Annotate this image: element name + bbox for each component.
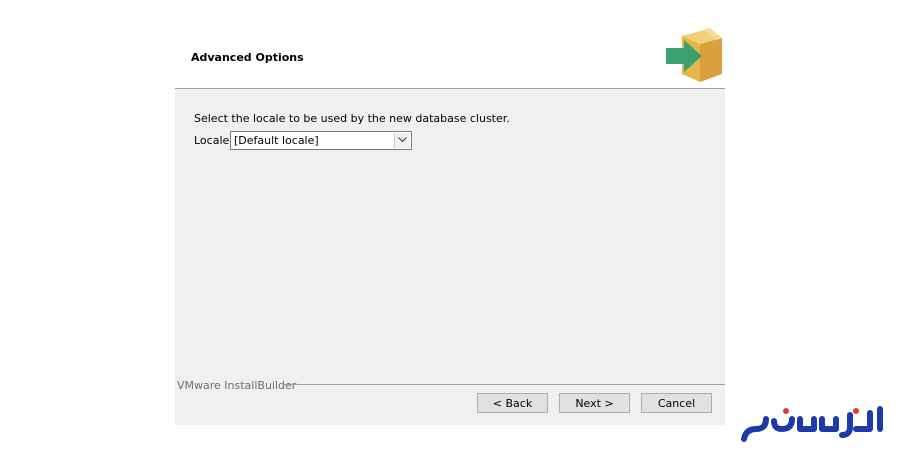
locale-selected-value: [Default locale]	[234, 134, 319, 147]
locale-dropdown-button[interactable]	[394, 133, 410, 148]
chevron-down-icon	[398, 137, 407, 143]
footer-brand: VMware InstallBuilder	[177, 379, 297, 392]
cancel-button[interactable]: Cancel	[641, 393, 712, 413]
back-button[interactable]: < Back	[477, 393, 548, 413]
dialog-content: Select the locale to be used by the new …	[175, 89, 725, 425]
installer-box-arrow-icon	[666, 28, 722, 82]
footer-divider	[283, 384, 725, 385]
locale-label: Locale	[194, 134, 230, 147]
next-button[interactable]: Next >	[559, 393, 630, 413]
dialog-header: Advanced Options	[175, 0, 725, 88]
locale-select[interactable]: [Default locale]	[230, 131, 412, 150]
locale-prompt: Select the locale to be used by the new …	[194, 112, 510, 125]
installer-dialog: Advanced Options Select the locale to be…	[175, 0, 725, 425]
iranserver-watermark-logo	[741, 406, 883, 442]
page-title: Advanced Options	[191, 51, 304, 64]
